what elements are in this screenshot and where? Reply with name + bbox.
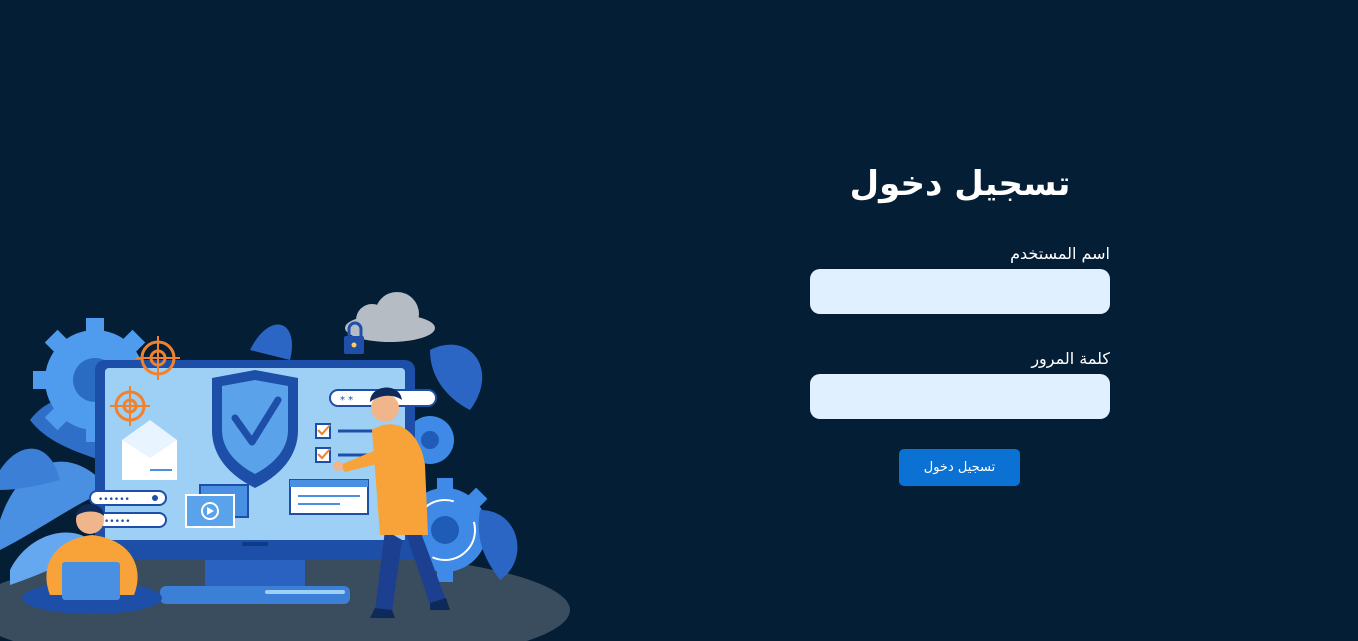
security-illustration: * * •••••• ••••• bbox=[0, 292, 570, 641]
password-field-graphic-b: ••••• bbox=[97, 512, 167, 528]
password-mask-a: •••••• bbox=[98, 495, 130, 505]
login-button[interactable]: تسجيل دخول bbox=[899, 449, 1020, 486]
password-label: كلمة المرور bbox=[1031, 349, 1110, 368]
login-page: * * •••••• ••••• تسجيل دخول اسم المستخدم… bbox=[0, 0, 1358, 641]
cloud-icon bbox=[345, 292, 435, 342]
login-form: تسجيل دخول اسم المستخدم كلمة المرور تسجي… bbox=[810, 150, 1110, 486]
password-group: كلمة المرور bbox=[810, 348, 1110, 419]
username-input[interactable] bbox=[810, 269, 1110, 314]
browser-window-graphic bbox=[289, 479, 369, 515]
username-label: اسم المستخدم bbox=[1010, 244, 1110, 263]
login-title: تسجيل دخول bbox=[849, 164, 1071, 204]
password-field-graphic-a: •••••• bbox=[89, 490, 167, 506]
password-mask-b: ••••• bbox=[104, 517, 131, 527]
password-input[interactable] bbox=[810, 374, 1110, 419]
password-mask-top: * * bbox=[340, 395, 353, 406]
username-group: اسم المستخدم bbox=[810, 243, 1110, 314]
